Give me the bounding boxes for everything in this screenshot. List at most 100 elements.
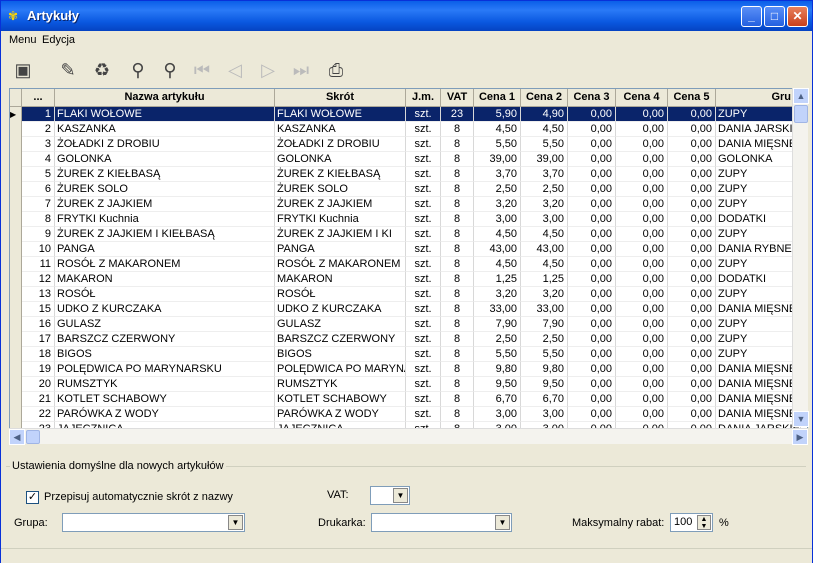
max-discount-spinner[interactable]: 100 ▲ ▼ [670,513,713,532]
table-row[interactable]: 13 ROSÓŁ ROSÓŁ szt. 8 3,20 3,20 0,00 0,00 0,00 ZUP… [10,287,805,302]
table-row[interactable]: 8 FRYTKI Kuchnia FRYTKI Kuchnia szt. 8 3,00 3,… [10,212,805,227]
cell-price3: 0,00 [568,107,616,122]
scroll-down-icon[interactable]: ▼ [793,411,809,427]
prev-icon[interactable]: ◁ [223,58,247,82]
printer-select[interactable]: ▼ [371,513,512,532]
table-row[interactable]: 20 RUMSZTYK RUMSZTYK szt. 8 9,50 9,50 0,00 0,00 0… [10,377,805,392]
cell-article-name: POLĘDWICA PO MARYNARSKU [55,362,275,377]
header-number[interactable]: ... [22,89,55,107]
vat-select[interactable]: ▼ [370,486,410,505]
horizontal-scrollbar[interactable]: ◀ ▶ [9,428,808,445]
last-icon[interactable]: ⏭ [289,58,313,82]
cell-row-number: 16 [22,317,55,332]
close-button[interactable]: ✕ [787,6,808,27]
cell-price4: 0,00 [616,107,668,122]
cell-price4: 0,00 [616,332,668,347]
vertical-scroll-thumb[interactable] [794,105,808,123]
group-select[interactable]: ▼ [62,513,245,532]
window: ✾ Artykuły _ □ ✕ Menu Edycja ▣ ✎ ♻ ⚲ ⚲ ⏮… [0,0,813,563]
cell-price4: 0,00 [616,167,668,182]
menu-item-menu[interactable]: Menu [9,34,37,46]
cell-article-name: PARÓWKA Z WODY [55,407,275,422]
print-icon[interactable]: ⎙ [324,58,348,82]
header-unit[interactable]: J.m. [406,89,441,107]
header-vat[interactable]: VAT [441,89,474,107]
add-icon[interactable]: ▣ [11,58,35,82]
cell-price1: 5,50 [474,347,521,362]
table-row[interactable]: 17 BARSZCZ CZERWONY BARSZCZ CZERWONY szt. 8 2… [10,332,805,347]
row-indicator [10,392,22,407]
table-row[interactable]: ▶ 1 FLAKI WOŁOWE FLAKI WOŁOWE szt. 23 5,90 4,90… [10,107,805,122]
table-row[interactable]: 10 PANGA PANGA szt. 8 43,00 43,00 0,00 0,00 0,00 D… [10,242,805,257]
cell-price3: 0,00 [568,227,616,242]
table-row[interactable]: 18 BIGOS BIGOS szt. 8 5,50 5,50 0,00 0,00 0,00 ZUP… [10,347,805,362]
edit-icon[interactable]: ✎ [56,58,80,82]
percent-sign: % [719,517,729,529]
chevron-down-icon[interactable]: ▼ [393,488,408,503]
table-row[interactable]: 5 ŻUREK Z KIEŁBASĄ ŻUREK Z KIEŁBASĄ szt. 8 3,… [10,167,805,182]
menu-item-edycja[interactable]: Edycja [42,34,75,46]
cell-abbrev: PANGA [275,242,406,257]
table-row[interactable]: 21 KOTLET SCHABOWY KOTLET SCHABOWY szt. 8 6,7… [10,392,805,407]
cell-unit: szt. [406,407,441,422]
table-row[interactable]: 19 POLĘDWICA PO MARYNARSKU POLĘDWICA PO MA… [10,362,805,377]
cell-price2: 6,70 [521,392,568,407]
header-price3[interactable]: Cena 3 [568,89,616,107]
cell-group: ZUPY [716,257,801,272]
header-price5[interactable]: Cena 5 [668,89,716,107]
cell-price4: 0,00 [616,182,668,197]
table-row[interactable]: 4 GOLONKA GOLONKA szt. 8 39,00 39,00 0,00 0,00 0,… [10,152,805,167]
first-icon[interactable]: ⏮ [190,58,214,82]
table-row[interactable]: 3 ŻOŁADKI Z DROBIU ŻOŁADKI Z DROBIU szt. 8 5,… [10,137,805,152]
cell-vat: 8 [441,332,474,347]
chevron-down-icon[interactable]: ▼ [495,515,510,530]
cell-abbrev: GULASZ [275,317,406,332]
table-row[interactable]: 12 MAKARON MAKARON szt. 8 1,25 1,25 0,00 0,00 0,0… [10,272,805,287]
chevron-down-icon[interactable]: ▼ [228,515,243,530]
vertical-scrollbar[interactable]: ▲ ▼ [792,88,809,427]
minimize-button[interactable]: _ [741,6,762,27]
app-icon: ✾ [8,9,19,23]
header-price2[interactable]: Cena 2 [521,89,568,107]
table-row[interactable]: 7 ŻUREK Z JAJKIEM ŻUREK Z JAJKIEM szt. 8 3,20… [10,197,805,212]
table-row[interactable]: 16 GULASZ GULASZ szt. 8 7,90 7,90 0,00 0,00 0,00 Z… [10,317,805,332]
cell-article-name: BARSZCZ CZERWONY [55,332,275,347]
scroll-left-icon[interactable]: ◀ [9,429,25,445]
cell-price5: 0,00 [668,362,716,377]
spinner-arrows-icon[interactable]: ▲ ▼ [697,515,711,530]
cell-price1: 4,50 [474,257,521,272]
scroll-right-icon[interactable]: ▶ [792,429,808,445]
delete-icon[interactable]: ♻ [90,58,114,82]
cell-row-number: 7 [22,197,55,212]
menu-bar: Menu Edycja [1,31,812,51]
header-group[interactable]: Gru [716,89,794,107]
header-price4[interactable]: Cena 4 [616,89,668,107]
cell-group: DANIA MIĘSNE [716,362,801,377]
next-icon[interactable]: ▷ [256,58,280,82]
cell-vat: 8 [441,302,474,317]
articles-grid[interactable]: ... Nazwa artykułu Skrót J.m. VAT Cena 1… [9,88,808,444]
search-next-icon[interactable]: ⚲ [158,58,182,82]
title-bar[interactable]: ✾ Artykuły _ □ ✕ [1,1,812,31]
table-row[interactable]: 9 ŻUREK Z JAJKIEM I KIEŁBASĄ ŻUREK Z JAJKI… [10,227,805,242]
cell-group: DANIA RYBNE [716,242,801,257]
table-row[interactable]: 11 ROSÓŁ Z MAKARONEM ROSÓŁ Z MAKARONEM szt.… [10,257,805,272]
cell-article-name: ROSÓŁ Z MAKARONEM [55,257,275,272]
maximize-button[interactable]: □ [764,6,785,27]
cell-price2: 3,70 [521,167,568,182]
auto-abbrev-checkbox[interactable]: ✓ [26,491,39,504]
header-price1[interactable]: Cena 1 [474,89,521,107]
horizontal-scroll-thumb[interactable] [26,430,40,444]
table-row[interactable]: 15 UDKO Z KURCZAKA UDKO Z KURCZAKA szt. 8 33,… [10,302,805,317]
cell-price1: 4,50 [474,122,521,137]
scroll-up-icon[interactable]: ▲ [793,88,809,104]
table-row[interactable]: 6 ŻUREK SOLO ŻUREK SOLO szt. 8 2,50 2,50 0,00 0,… [10,182,805,197]
table-row[interactable]: 2 KASZANKA KASZANKA szt. 8 4,50 4,50 0,00 0,00 0,… [10,122,805,137]
header-abbrev[interactable]: Skrót [275,89,406,107]
cell-group: DANIA MIĘSNE [716,407,801,422]
table-row[interactable]: 22 PARÓWKA Z WODY PARÓWKA Z WODY szt. 8 3,00 3… [10,407,805,422]
header-name[interactable]: Nazwa artykułu [55,89,275,107]
cell-price1: 43,00 [474,242,521,257]
cell-price5: 0,00 [668,197,716,212]
search-icon[interactable]: ⚲ [126,58,150,82]
